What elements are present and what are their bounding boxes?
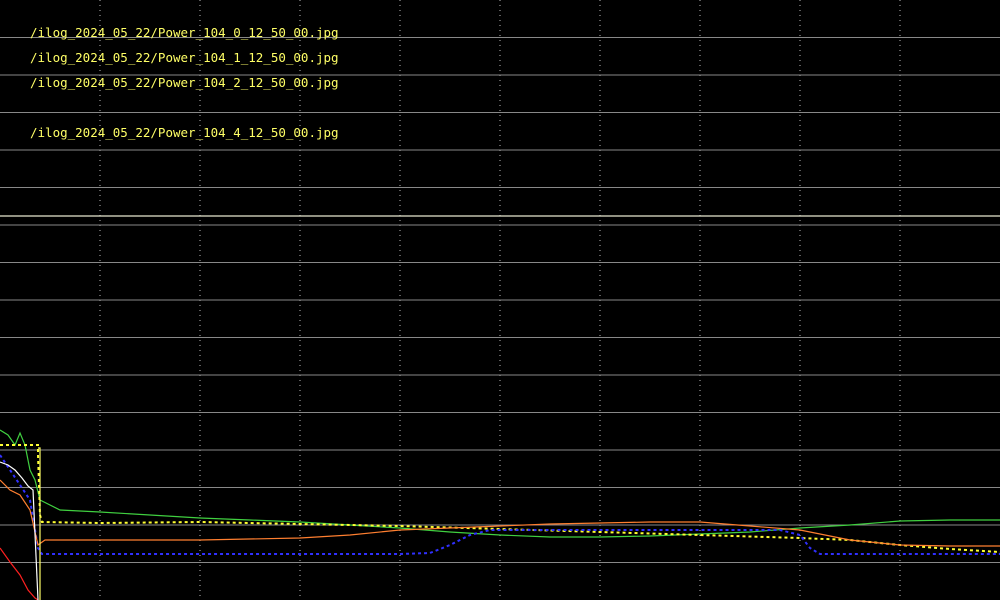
chart-plot-area [0,0,1000,600]
file-label: /ilog_2024_05_22/Power_104_4_12_50_00.jp… [30,125,339,140]
series-line-7 [38,447,41,600]
series-line-4 [0,479,1000,547]
series-line-3 [0,454,1000,555]
chart-series-group [0,215,1000,600]
chart-grid [0,0,1000,600]
file-label: /ilog_2024_05_22/Power_104_1_12_50_00.jp… [30,50,339,65]
series-line-6 [0,461,39,600]
file-label: /ilog_2024_05_22/Power_104_2_12_50_00.jp… [30,75,339,90]
file-label: /ilog_2024_05_22/Power_104_0_12_50_00.jp… [30,25,339,40]
series-line-5 [0,547,39,600]
